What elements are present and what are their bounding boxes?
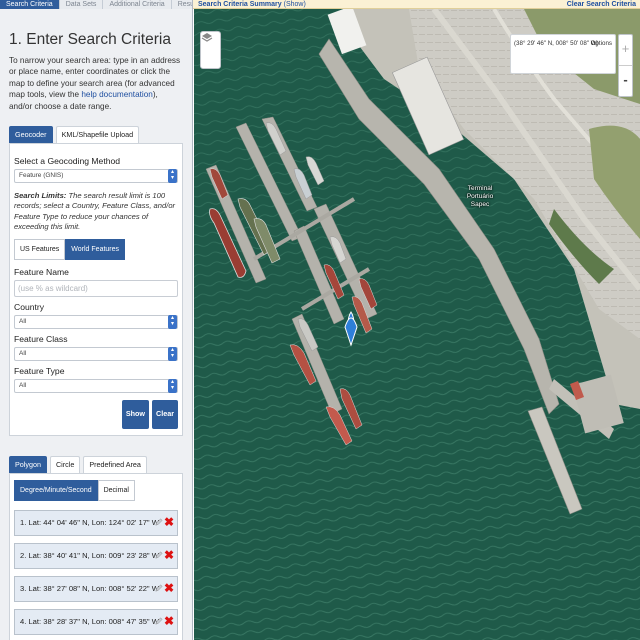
map-view[interactable]: (38° 29' 46" N, 008° 50' 08" W) Options … <box>194 9 640 640</box>
coordinate-list: 1. Lat: 44° 04' 46" N, Lon: 124° 02' 17"… <box>14 509 178 635</box>
search-limits-note: Search Limits: The search result limit i… <box>14 191 178 233</box>
feature-type-value: All <box>19 381 27 389</box>
summary-show-link[interactable]: (Show) <box>284 1 306 8</box>
map-coordinates: (38° 29' 46" N, 008° 50' 08" W) <box>514 40 599 47</box>
select-arrow-icon: ▴ ▾ <box>168 314 177 329</box>
method-value: Feature (GNIS) <box>19 172 64 180</box>
layers-button[interactable] <box>200 31 221 69</box>
coordinate-readout: (38° 29' 46" N, 008° 50' 08" W) Options <box>510 34 616 74</box>
summary-title: Search Criteria Summary (Show) <box>198 0 306 9</box>
intro-text: To narrow your search area: type in an a… <box>9 55 183 112</box>
coordinate-row: 1. Lat: 44° 04' 46" N, Lon: 124° 02' 17"… <box>14 509 178 536</box>
terminal-map-label: Terminal Portuário Sapec <box>466 185 494 208</box>
select-arrow-icon: ▴ ▾ <box>168 169 177 184</box>
main-tabs: Search Criteria Data Sets Additional Cri… <box>0 0 192 9</box>
feature-class-label: Feature Class <box>14 333 68 344</box>
country-select[interactable]: All ▴ ▾ <box>14 314 178 329</box>
summary-title-text: Search Criteria Summary <box>198 1 282 8</box>
clear-search-criteria-link[interactable]: Clear Search Criteria <box>567 0 636 9</box>
geocoder-box: Select a Geocoding Method Feature (GNIS)… <box>9 143 183 436</box>
layers-icon <box>201 33 213 42</box>
us-features-button[interactable]: US Features <box>14 238 66 260</box>
edit-icon[interactable] <box>155 551 163 559</box>
coordinate-row: 2. Lat: 38° 40' 41" N, Lon: 009° 23' 28"… <box>14 542 178 569</box>
search-panel: Search Criteria Data Sets Additional Cri… <box>0 0 193 640</box>
feature-class-select[interactable]: All ▴ ▾ <box>14 346 178 361</box>
app-window: Search Criteria Data Sets Additional Cri… <box>0 0 640 640</box>
dms-button[interactable]: Degree/Minute/Second <box>14 479 98 501</box>
area-tabs: Polygon Circle Predefined Area <box>9 455 183 473</box>
criteria-summary-bar: Search Criteria Summary (Show) Clear Sea… <box>193 0 640 9</box>
zoom-out-button[interactable]: - <box>619 66 632 97</box>
geocoder-tabs: Geocoder KML/Shapefile Upload <box>9 126 183 144</box>
country-label: Country <box>14 301 45 312</box>
geocoder-actions: Show Clear <box>14 399 178 429</box>
tab-predefined-area[interactable]: Predefined Area <box>83 455 147 473</box>
edit-icon[interactable] <box>155 518 163 526</box>
remove-icon[interactable]: ✖ <box>164 582 174 594</box>
feature-toggle: US Features World Features <box>14 238 178 260</box>
feature-type-label: Feature Type <box>14 365 65 376</box>
limits-bold: Search Limits: <box>14 191 67 201</box>
unit-toggle: Degree/Minute/Second Decimal <box>14 479 178 501</box>
method-label: Select a Geocoding Method <box>14 156 121 167</box>
decimal-button[interactable]: Decimal <box>97 479 135 501</box>
coordinate-row: 4. Lat: 38° 28' 37" N, Lon: 008° 47' 35"… <box>14 608 178 635</box>
row-actions: ✖ <box>155 516 174 528</box>
feature-name-label: Feature Name <box>14 266 69 277</box>
polygon-box: Degree/Minute/Second Decimal 1. Lat: 44°… <box>9 472 183 640</box>
feature-class-value: All <box>19 349 27 357</box>
clear-button[interactable]: Clear <box>152 399 178 429</box>
map-options-button[interactable]: Options <box>591 40 612 47</box>
feature-name-input[interactable]: (use % as wildcard) <box>14 279 178 297</box>
coordinate-text: 1. Lat: 44° 04' 46" N, Lon: 124° 02' 17"… <box>20 517 159 527</box>
feature-type-select[interactable]: All ▴ ▾ <box>14 378 178 393</box>
tab-circle[interactable]: Circle <box>49 455 81 473</box>
row-actions: ✖ <box>155 582 174 594</box>
tab-additional-criteria[interactable]: Additional Criteria <box>103 0 172 9</box>
section-title: 1. Enter Search Criteria <box>9 31 171 48</box>
coordinate-text: 3. Lat: 38° 27' 08" N, Lon: 008° 52' 22"… <box>20 583 159 593</box>
tab-search-criteria[interactable]: Search Criteria <box>0 0 60 9</box>
coordinate-text: 2. Lat: 38° 40' 41" N, Lon: 009° 23' 28"… <box>20 550 159 560</box>
edit-icon[interactable] <box>155 584 163 592</box>
zoom-control: + - <box>618 34 633 97</box>
coordinate-row: 3. Lat: 38° 27' 08" N, Lon: 008° 52' 22"… <box>14 575 178 602</box>
row-actions: ✖ <box>155 549 174 561</box>
show-button[interactable]: Show <box>121 399 150 429</box>
country-value: All <box>19 317 27 325</box>
row-actions: ✖ <box>155 615 174 627</box>
tab-kml-upload[interactable]: KML/Shapefile Upload <box>55 126 140 144</box>
world-features-button[interactable]: World Features <box>65 238 126 260</box>
edit-icon[interactable] <box>155 617 163 625</box>
select-arrow-icon: ▴ ▾ <box>168 378 177 393</box>
zoom-in-button[interactable]: + <box>619 35 632 66</box>
remove-icon[interactable]: ✖ <box>164 549 174 561</box>
tab-polygon[interactable]: Polygon <box>9 455 47 473</box>
remove-icon[interactable]: ✖ <box>164 516 174 528</box>
help-documentation-link[interactable]: help documentation <box>81 90 152 99</box>
tab-geocoder[interactable]: Geocoder <box>9 126 53 144</box>
method-select[interactable]: Feature (GNIS) ▴ ▾ <box>14 169 178 184</box>
select-arrow-icon: ▴ ▾ <box>168 346 177 361</box>
satellite-map[interactable] <box>194 9 640 640</box>
tab-data-sets[interactable]: Data Sets <box>59 0 104 9</box>
tab-results[interactable]: Results <box>171 0 192 9</box>
remove-icon[interactable]: ✖ <box>164 615 174 627</box>
coordinate-text: 4. Lat: 38° 28' 37" N, Lon: 008° 47' 35"… <box>20 616 159 626</box>
